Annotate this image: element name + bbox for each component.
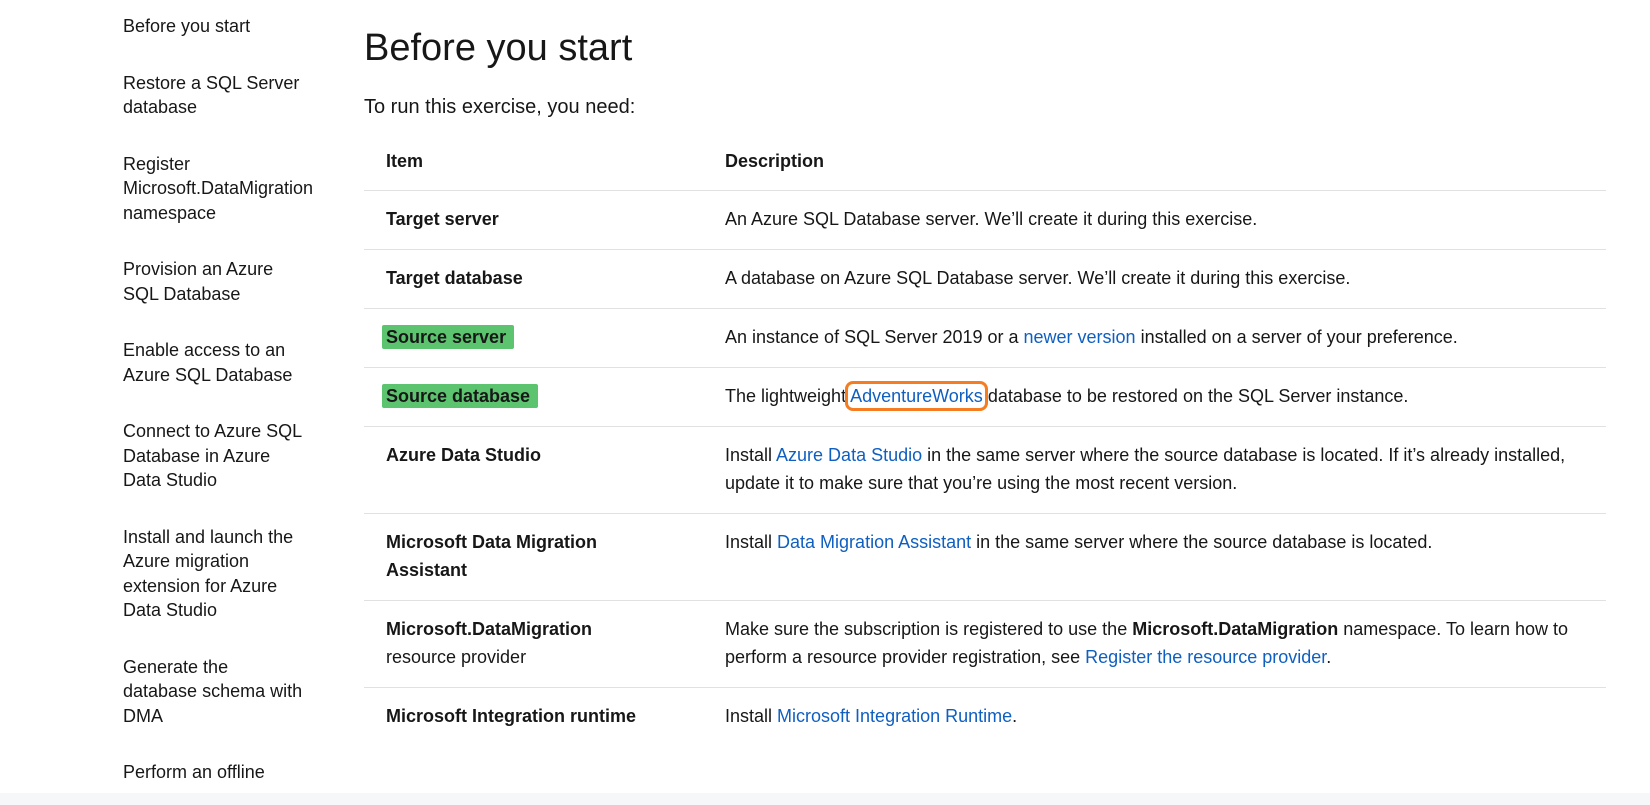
toc-item-restore-database[interactable]: Restore a SQL Server database [123,71,303,120]
bottom-strip [0,793,1650,805]
highlight-source-server: Source server [382,325,515,349]
desc-text: . [1326,647,1332,667]
toc-item-connect-ads[interactable]: Connect to Azure SQL Database in Azure D… [123,419,303,493]
row-description: Install Azure Data Studio in the same se… [703,426,1606,514]
desc-text: installed on a server of your preference… [1135,327,1458,347]
register-resource-provider-link[interactable]: Register the resource provider [1085,647,1326,667]
row-item: Target database [364,249,703,309]
row-description: An Azure SQL Database server. We’ll crea… [703,190,1606,250]
toc-item-before-you-start[interactable]: Before you start [123,14,303,39]
row-item: Target server [364,190,703,250]
desc-text: The lightweight [725,386,851,406]
row-item: Microsoft Integration runtime [386,706,637,726]
table-row: Microsoft.DataMigration resource provider… [364,600,1606,688]
newer-version-link[interactable]: newer version [1024,327,1136,347]
row-item: Source database [364,367,703,427]
header-description: Description [703,134,1606,191]
page: Before you start Restore a SQL Server da… [0,0,1650,805]
row-item: Source server [364,308,703,368]
azure-data-studio-link[interactable]: Azure Data Studio [776,445,922,465]
item-strong-text: Microsoft.DataMigration [386,619,593,639]
table-of-contents: Before you start Restore a SQL Server da… [123,14,313,785]
table-row: Microsoft Integration runtime Install Mi… [364,688,1606,747]
page-title: Before you start [364,27,633,69]
row-description: An instance of SQL Server 2019 or a newe… [703,308,1606,368]
toc-item-generate-schema[interactable]: Generate the database schema with DMA [123,655,303,729]
highlight-source-database: Source database [382,384,539,408]
desc-text: in the same server where the source data… [971,532,1433,552]
table-row: Target database A database on Azure SQL … [364,249,1606,309]
row-description: The lightweight AdventureWorks database … [703,367,1606,427]
main-content: Before you start To run this exercise, y… [364,24,1606,746]
desc-text: Install [725,445,777,465]
toc-item-register-namespace[interactable]: Register Microsoft.DataMigration namespa… [123,152,313,226]
table-row: Source server An instance of SQL Server … [364,308,1606,368]
requirements-table: Item Description Target server An Azure … [364,134,1606,746]
table-row: Azure Data Studio Install Azure Data Stu… [364,426,1606,514]
intro-text: To run this exercise, you need: [364,96,636,118]
toc-item-perform-offline[interactable]: Perform an offline [123,760,303,785]
row-description: A database on Azure SQL Database server.… [703,249,1606,309]
table-row: Target server An Azure SQL Database serv… [364,190,1606,250]
item-rest-text: resource provider [386,647,527,667]
desc-text: Install [725,532,778,552]
header-item: Item [364,134,703,191]
row-description: Install Data Migration Assistant in the … [703,513,1606,601]
desc-text: . [1012,706,1018,726]
data-migration-assistant-link[interactable]: Data Migration Assistant [777,532,971,552]
table-row: Source database The lightweight Adventur… [364,367,1606,427]
row-item: Microsoft.DataMigration resource provider [364,600,703,688]
row-item: Microsoft Data Migration Assistant [364,513,703,601]
desc-text: An instance of SQL Server 2019 or a [725,327,1024,347]
desc-strong-text: Microsoft.DataMigration [1132,619,1339,639]
desc-text: database to be restored on the SQL Serve… [982,386,1409,406]
row-item: Azure Data Studio [364,426,703,514]
integration-runtime-link[interactable]: Microsoft Integration Runtime [777,706,1012,726]
row-description: Make sure the subscription is registered… [703,600,1606,688]
table-header-row: Item Description [364,134,1606,191]
toc-item-enable-access[interactable]: Enable access to an Azure SQL Database [123,338,303,387]
row-description: Install Microsoft Integration Runtime. [703,688,1606,747]
adventureworks-link[interactable]: AdventureWorks [845,381,988,411]
toc-item-provision-database[interactable]: Provision an Azure SQL Database [123,257,303,306]
table-row: Microsoft Data Migration Assistant Insta… [364,513,1606,601]
toc-item-install-extension[interactable]: Install and launch the Azure migration e… [123,525,303,623]
desc-text: Install [725,706,778,726]
desc-text: Make sure the subscription is registered… [725,619,1133,639]
